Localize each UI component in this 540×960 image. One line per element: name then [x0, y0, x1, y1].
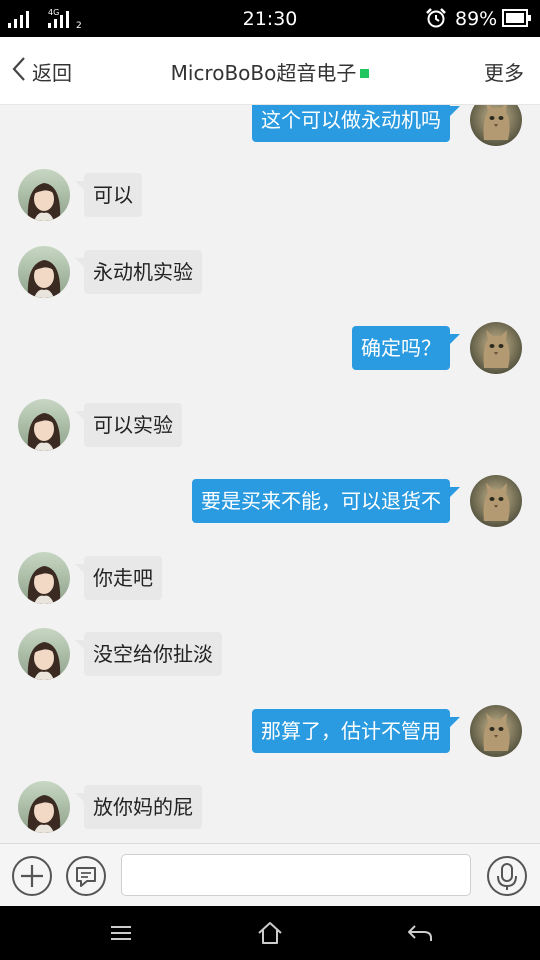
contact-name: MicroBoBo超音电子 — [170, 61, 357, 85]
message-bubble[interactable]: 永动机实验 — [75, 250, 202, 294]
message-bubble[interactable]: 那算了，估计不管用 — [252, 709, 460, 753]
microphone-icon[interactable] — [486, 855, 528, 897]
more-button[interactable]: 更多 — [484, 57, 524, 86]
contact-avatar[interactable] — [18, 781, 70, 833]
chat-header: 返回 MicroBoBo超音电子 更多 — [0, 37, 540, 105]
message-list[interactable]: 这个可以做永动机吗 可以 永动机实验 确定吗？ 可以实验 要是买来不能，可以退货… — [0, 105, 540, 843]
message-incoming: 永动机实验 — [0, 242, 540, 302]
chat-bubble-icon[interactable] — [65, 855, 107, 897]
battery-icon — [502, 9, 532, 31]
message-incoming: 可以 — [0, 165, 540, 225]
plus-icon[interactable] — [11, 855, 53, 897]
back-nav-icon[interactable] — [406, 920, 434, 946]
message-bubble[interactable]: 可以 — [75, 173, 142, 217]
message-bubble[interactable]: 要是买来不能，可以退货不 — [192, 479, 460, 523]
chat-title: MicroBoBo超音电子 — [0, 57, 540, 86]
contact-avatar[interactable] — [18, 169, 70, 221]
contact-avatar[interactable] — [18, 628, 70, 680]
my-avatar[interactable] — [470, 322, 522, 374]
message-bubble[interactable]: 没空给你扯淡 — [75, 632, 222, 676]
message-bubble[interactable]: 确定吗？ — [352, 326, 460, 370]
message-outgoing: 确定吗？ — [0, 318, 540, 378]
message-bubble[interactable]: 放你妈的屁 — [75, 785, 202, 829]
message-incoming: 你走吧 — [0, 548, 540, 608]
contact-avatar[interactable] — [18, 246, 70, 298]
message-input[interactable] — [121, 854, 471, 896]
system-nav-bar — [0, 906, 540, 960]
online-status-indicator — [360, 69, 370, 78]
message-outgoing: 要是买来不能，可以退货不 — [0, 471, 540, 531]
status-bar: 4G 2 21:30 89% — [0, 0, 540, 37]
menu-icon[interactable] — [107, 920, 135, 946]
my-avatar[interactable] — [470, 105, 522, 146]
battery-percent: 89% — [455, 8, 498, 30]
message-bubble[interactable]: 你走吧 — [75, 556, 162, 600]
message-outgoing: 那算了，估计不管用 — [0, 701, 540, 761]
message-bubble[interactable]: 这个可以做永动机吗 — [252, 105, 460, 142]
home-icon[interactable] — [256, 920, 284, 946]
message-incoming: 可以实验 — [0, 395, 540, 455]
my-avatar[interactable] — [470, 475, 522, 527]
message-incoming: 没空给你扯淡 — [0, 624, 540, 684]
contact-avatar[interactable] — [18, 399, 70, 451]
message-incoming: 放你妈的屁 — [0, 777, 540, 837]
my-avatar[interactable] — [470, 705, 522, 757]
alarm-icon — [425, 7, 447, 33]
message-bubble[interactable]: 可以实验 — [75, 403, 182, 447]
message-outgoing: 这个可以做永动机吗 — [0, 105, 540, 150]
message-input-bar — [0, 843, 540, 906]
contact-avatar[interactable] — [18, 552, 70, 604]
